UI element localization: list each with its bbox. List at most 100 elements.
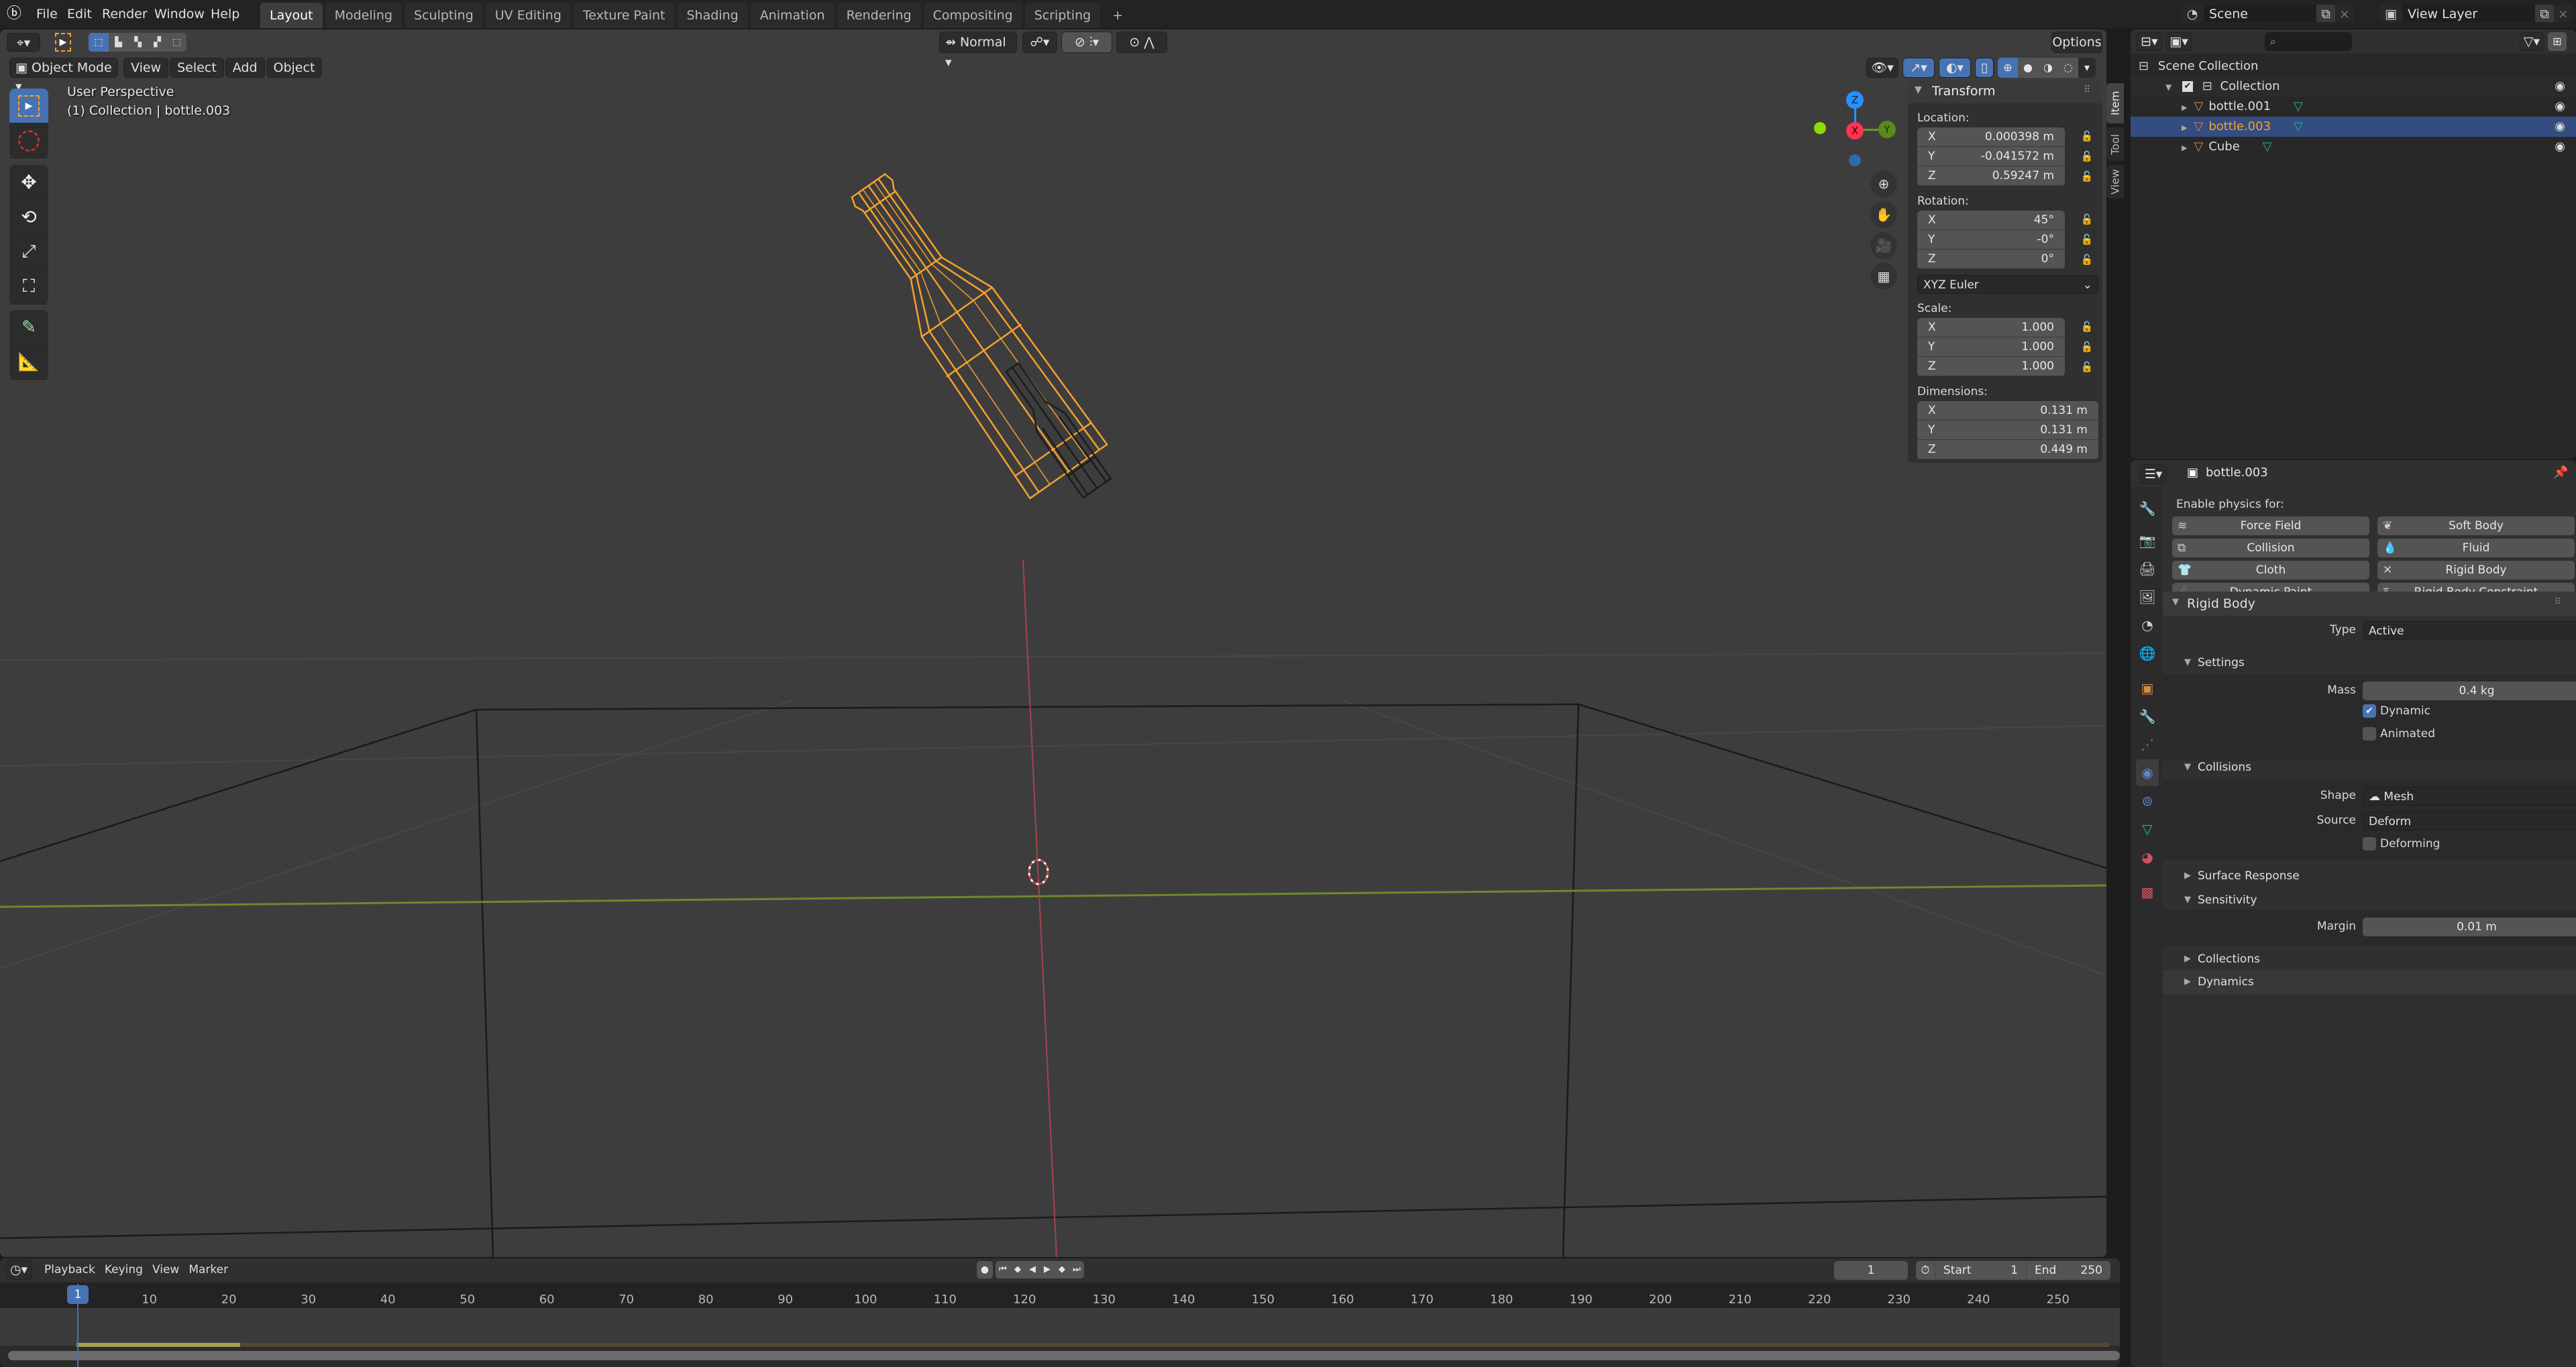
settings-subpanel-header[interactable]: ▼ Settings: [2174, 653, 2576, 673]
jump-end-icon[interactable]: ⏭: [1069, 1261, 1084, 1278]
workspace-tab-layout[interactable]: Layout: [260, 3, 323, 28]
cursor-tool[interactable]: [9, 123, 48, 158]
jump-start-icon[interactable]: ⏮: [996, 1261, 1010, 1278]
workspace-tab-sculpting[interactable]: Sculpting: [405, 3, 483, 28]
unlock-icon[interactable]: 🔓: [2080, 130, 2094, 145]
tab-view[interactable]: View: [2106, 165, 2124, 199]
workspace-tab-modeling[interactable]: Modeling: [325, 3, 402, 28]
mesh-data-icon[interactable]: ▽: [2294, 119, 2303, 133]
constraints-tab-icon[interactable]: ⊚: [2136, 787, 2159, 814]
new-collection-icon[interactable]: ⊞: [2548, 32, 2567, 51]
world-tab-icon[interactable]: 🌐: [2136, 640, 2159, 667]
timeline-menu-marker[interactable]: Marker: [189, 1263, 228, 1276]
move-tool[interactable]: ✥: [9, 165, 48, 200]
play-icon[interactable]: ▶: [1040, 1261, 1055, 1278]
rigid-body-panel-header[interactable]: ▼ Rigid Body ⠿: [2163, 592, 2576, 616]
mode-dropdown[interactable]: ▣ Object Mode ▾: [9, 58, 118, 94]
shading-solid-icon[interactable]: ●: [2018, 58, 2038, 78]
mode-difference-icon[interactable]: ▞: [148, 33, 167, 52]
surface-response-subpanel-header[interactable]: ▶ Surface Response: [2174, 867, 2576, 887]
unlock-icon[interactable]: 🔓: [2080, 321, 2094, 335]
location-x-field[interactable]: X 0.000398 m: [1917, 127, 2065, 147]
dimensions-z-field[interactable]: Z 0.449 m: [1917, 440, 2098, 459]
outliner-search-input[interactable]: ⌕: [2265, 32, 2352, 51]
outliner-scene-collection[interactable]: ⊟ Scene Collection: [2131, 56, 2576, 76]
timeline-menu-view[interactable]: View: [152, 1263, 179, 1276]
stopwatch-icon[interactable]: ⏱: [1916, 1261, 1935, 1280]
expand-arrow-icon[interactable]: ▶: [2182, 123, 2187, 132]
margin-field[interactable]: 0.01 m: [2363, 918, 2576, 936]
options-dropdown[interactable]: Options ▾: [2051, 32, 2102, 70]
tab-tool[interactable]: Tool: [2106, 127, 2124, 161]
mass-field[interactable]: 0.4 kg: [2363, 681, 2576, 700]
enable-collision-button[interactable]: ⧉ Collision: [2172, 539, 2369, 557]
dimensions-x-field[interactable]: X 0.131 m: [1917, 401, 2098, 421]
editor-type-dropdown[interactable]: ☰▾: [2140, 464, 2167, 484]
shading-wireframe-icon[interactable]: ⊕: [1998, 58, 2018, 78]
texture-tab-icon[interactable]: ▩: [2136, 879, 2159, 906]
play-reverse-icon[interactable]: ◀: [1025, 1261, 1040, 1278]
snap-toggle[interactable]: ⊘ ⫶▾: [1061, 32, 1112, 53]
particles-tab-icon[interactable]: ⋰: [2136, 731, 2159, 758]
source-dropdown[interactable]: Deform⌄: [2363, 812, 2576, 830]
view-layer-filter-dropdown[interactable]: ▣▾: [2165, 32, 2192, 51]
workspace-tab-shading[interactable]: Shading: [677, 3, 748, 28]
location-y-field[interactable]: Y -0.041572 m: [1917, 147, 2065, 166]
dynamics-subpanel-header[interactable]: ▶ Dynamics: [2163, 970, 2576, 994]
unlock-icon[interactable]: 🔓: [2080, 213, 2094, 228]
enable-fluid-button[interactable]: 💧 Fluid: [2377, 539, 2575, 557]
rotation-y-field[interactable]: Y -0°: [1917, 230, 2065, 250]
mode-extend-icon[interactable]: ▙: [109, 33, 128, 52]
menu-window[interactable]: Window: [149, 4, 210, 24]
editor-type-dropdown[interactable]: ◷▾: [5, 1260, 32, 1280]
bottle-003-wireframe[interactable]: [830, 159, 1108, 500]
new-scene-icon[interactable]: ⧉: [2316, 5, 2335, 22]
pivot-point-dropdown[interactable]: ☍▾: [1022, 32, 1057, 53]
next-keyframe-icon[interactable]: ◆: [1055, 1261, 1069, 1278]
unlock-icon[interactable]: 🔓: [2080, 361, 2094, 376]
expand-arrow-icon[interactable]: ▶: [2182, 103, 2187, 112]
mesh-data-icon[interactable]: ▽: [2263, 140, 2272, 154]
drag-handle-icon[interactable]: ⠿: [2555, 597, 2561, 607]
collections-subpanel-header[interactable]: ▶ Collections: [2174, 950, 2576, 970]
current-frame-field[interactable]: 1: [1834, 1261, 1908, 1280]
workspace-tab-texture-paint[interactable]: Texture Paint: [573, 3, 675, 28]
pin-icon[interactable]: 📌: [2553, 466, 2568, 480]
view-layer-selector[interactable]: ▣ View Layer ⧉ ×: [2379, 4, 2573, 23]
mode-intersect-icon[interactable]: ⬚: [167, 33, 186, 52]
unlock-icon[interactable]: 🔓: [2080, 170, 2094, 185]
workspace-tab-uv-editing[interactable]: UV Editing: [485, 3, 571, 28]
view-layer-name[interactable]: View Layer: [2402, 5, 2535, 22]
delete-view-layer-icon[interactable]: ×: [2554, 5, 2573, 22]
viewport-menu-add[interactable]: Add: [225, 58, 265, 78]
shape-dropdown[interactable]: ☁ Mesh⌄: [2363, 787, 2576, 806]
sensitivity-subpanel-header[interactable]: ▼ Sensitivity: [2174, 891, 2576, 911]
workspace-tab-scripting[interactable]: Scripting: [1024, 3, 1101, 28]
unlock-icon[interactable]: 🔓: [2080, 254, 2094, 268]
select-tool-icon[interactable]: ▶: [55, 33, 71, 52]
gizmo-y-axis[interactable]: Y: [1878, 121, 1896, 138]
enable-force-field-button[interactable]: ≋ Force Field: [2172, 516, 2369, 535]
menu-edit[interactable]: Edit: [62, 4, 97, 24]
expand-arrow-icon[interactable]: ▶: [2182, 144, 2187, 152]
shading-options-icon[interactable]: ▾: [2078, 58, 2096, 78]
scene-selector[interactable]: ◔ Scene ⧉ ×: [2180, 4, 2355, 23]
add-workspace-button[interactable]: +: [1103, 3, 1132, 28]
workspace-tab-compositing[interactable]: Compositing: [923, 3, 1022, 28]
material-tab-icon[interactable]: ◕: [2136, 844, 2159, 871]
filter-dropdown[interactable]: ▽▾: [2520, 32, 2544, 51]
scale-tool[interactable]: ⤢: [9, 235, 48, 270]
output-tab-icon[interactable]: 🖨: [2136, 555, 2159, 582]
type-dropdown[interactable]: Active⌄: [2363, 621, 2576, 640]
menu-render[interactable]: Render: [97, 4, 153, 24]
workspace-tab-animation[interactable]: Animation: [750, 3, 835, 28]
mode-subtract-icon[interactable]: ▚: [128, 33, 148, 52]
rotation-z-field[interactable]: Z 0°: [1917, 250, 2065, 269]
scale-z-field[interactable]: Z 1.000: [1917, 357, 2065, 376]
drag-handle-icon[interactable]: ⠿: [2084, 85, 2090, 95]
physics-tab-icon[interactable]: ◉: [2136, 759, 2159, 786]
visibility-dropdown[interactable]: 👁▾: [1866, 58, 1898, 78]
proportional-edit-toggle[interactable]: ⊙ ⋀: [1116, 32, 1167, 53]
unlock-icon[interactable]: 🔓: [2080, 150, 2094, 165]
prev-keyframe-icon[interactable]: ◆: [1010, 1261, 1025, 1278]
